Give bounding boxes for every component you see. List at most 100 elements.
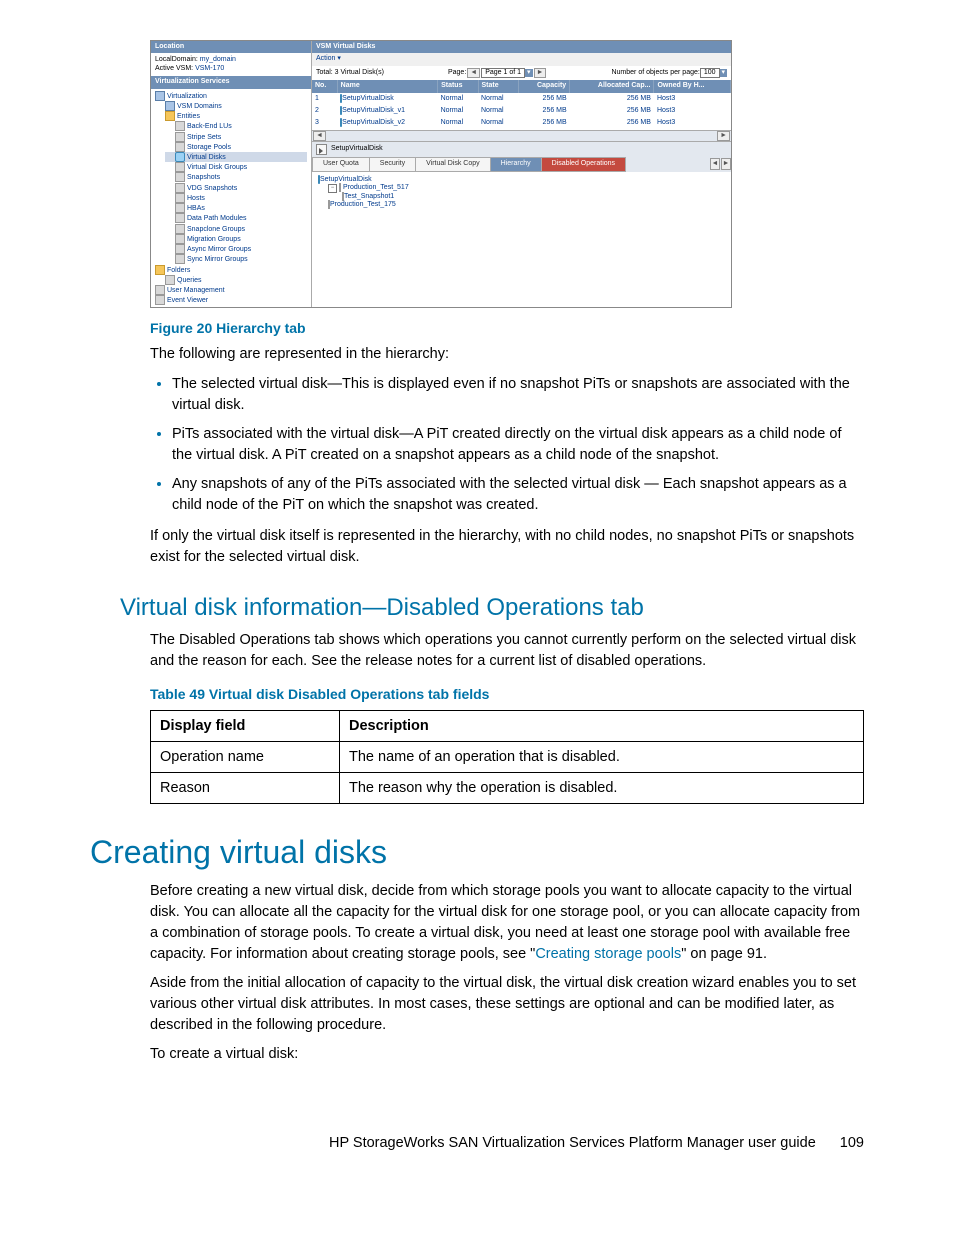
event-icon — [155, 295, 165, 305]
local-domain-value: my_domain — [200, 56, 236, 63]
migration-icon — [175, 234, 185, 244]
objects-per-page-label: Number of objects per page: — [611, 69, 699, 77]
footer-page-number: 109 — [840, 1135, 864, 1151]
col-name[interactable]: Name — [337, 80, 437, 92]
domain-icon — [165, 101, 175, 111]
col-no[interactable]: No. — [312, 80, 337, 92]
paragraph: The following are represented in the hie… — [150, 344, 864, 365]
tree-item[interactable]: Snapshots — [187, 174, 220, 181]
objects-per-page-value[interactable]: 100 — [700, 68, 720, 78]
tree-root[interactable]: Virtualization — [167, 92, 207, 99]
link-creating-storage-pools[interactable]: Creating storage pools — [535, 946, 681, 962]
tab-user-quota[interactable]: User Quota — [312, 157, 370, 171]
table-header: Description — [340, 710, 864, 741]
snapshot-icon — [175, 183, 185, 193]
lun-icon — [175, 121, 185, 131]
tree-item-virtual-disks[interactable]: Virtual Disks — [187, 154, 226, 161]
tree-item[interactable]: Storage Pools — [187, 144, 231, 151]
host-icon — [175, 193, 185, 203]
tree-entities[interactable]: Entities — [177, 113, 200, 120]
folder-icon — [165, 111, 175, 121]
col-state[interactable]: State — [478, 80, 518, 92]
list-item: Any snapshots of any of the PiTs associa… — [172, 474, 864, 516]
local-domain-label: LocalDomain: — [155, 56, 198, 63]
group-icon — [175, 162, 185, 172]
paragraph: If only the virtual disk itself is repre… — [150, 526, 864, 568]
tree-queries[interactable]: Queries — [177, 277, 202, 284]
page-selector[interactable]: Page 1 of 1 — [481, 68, 525, 78]
snapshot-icon — [175, 172, 185, 182]
tree-item[interactable]: Data Path Modules — [187, 215, 247, 222]
paragraph: The Disabled Operations tab shows which … — [150, 630, 864, 672]
hierarchy-bullet-list: The selected virtual disk—This is displa… — [150, 374, 864, 516]
scroll-left-button[interactable]: ◄ — [313, 131, 326, 141]
paragraph: To create a virtual disk: — [150, 1044, 864, 1065]
user-icon — [155, 285, 165, 295]
tab-hierarchy[interactable]: Hierarchy — [490, 157, 542, 171]
pool-icon — [175, 142, 185, 152]
tree-item[interactable]: Hosts — [187, 195, 205, 202]
table-row: Reason The reason why the operation is d… — [151, 772, 864, 803]
tree-item[interactable]: HBAs — [187, 205, 205, 212]
table-caption: Table 49 Virtual disk Disabled Operation… — [150, 686, 864, 702]
table-header: Display field — [151, 710, 340, 741]
hba-icon — [175, 203, 185, 213]
col-status[interactable]: Status — [438, 80, 478, 92]
tab-disabled-operations[interactable]: Disabled Operations — [541, 157, 626, 171]
location-panel-header: Location — [151, 41, 311, 53]
tab-scroll-right-icon[interactable]: ► — [721, 158, 731, 170]
list-item: The selected virtual disk—This is displa… — [172, 374, 864, 416]
tab-security[interactable]: Security — [369, 157, 416, 171]
expand-icon[interactable]: − — [328, 184, 337, 193]
tree-item[interactable]: Sync Mirror Groups — [187, 256, 248, 263]
page-prev-button[interactable]: ◄ — [467, 68, 480, 78]
tree-vsm-domains[interactable]: VSM Domains — [177, 103, 222, 110]
tab-scroll-left-icon[interactable]: ◄ — [710, 158, 720, 170]
col-alloc[interactable]: Allocated Cap... — [570, 80, 654, 92]
scroll-right-button[interactable]: ► — [717, 131, 730, 141]
tree-item[interactable]: Virtual Disk Groups — [187, 164, 247, 171]
total-count: Total: 3 Virtual Disk(s) — [316, 69, 384, 77]
vdisk-icon — [175, 152, 185, 162]
table-row[interactable]: 1 SetupVirtualDisk Normal Normal 256 MB … — [312, 93, 731, 105]
query-icon — [165, 275, 175, 285]
tree-item[interactable]: Async Mirror Groups — [187, 246, 251, 253]
tree-item[interactable]: Stripe Sets — [187, 133, 221, 140]
col-capacity[interactable]: Capacity — [518, 80, 569, 92]
objects-dropdown-icon[interactable]: ▾ — [720, 69, 728, 77]
section-heading-disabled-ops: Virtual disk information—Disabled Operat… — [120, 594, 864, 622]
virtual-disks-table: No. Name Status State Capacity Allocated… — [312, 80, 731, 130]
tree-item[interactable]: Snapclone Groups — [187, 225, 245, 232]
folder-icon — [155, 265, 165, 275]
tab-vdisk-copy[interactable]: Virtual Disk Copy — [415, 157, 491, 171]
page-dropdown-icon[interactable]: ▾ — [525, 69, 533, 77]
vsm-virtual-disks-header: VSM Virtual Disks — [312, 41, 731, 53]
figure-20-screenshot: Location LocalDomain: my_domain Active V… — [150, 40, 732, 308]
col-host[interactable]: Owned By H... — [654, 80, 731, 92]
pit-icon — [339, 183, 341, 192]
tree-event-viewer[interactable]: Event Viewer — [167, 297, 208, 304]
snapclone-icon — [175, 224, 185, 234]
footer-title: HP StorageWorks SAN Virtualization Servi… — [329, 1135, 816, 1151]
mirror-icon — [175, 244, 185, 254]
tree-item[interactable]: Migration Groups — [187, 236, 241, 243]
table-row[interactable]: 3 SetupVirtualDisk_v2 Normal Normal 256 … — [312, 117, 731, 129]
list-item: PiTs associated with the virtual disk—A … — [172, 424, 864, 466]
section-heading-creating: Creating virtual disks — [90, 834, 864, 871]
paragraph: Aside from the initial allocation of cap… — [150, 973, 864, 1036]
disabled-ops-fields-table: Display field Description Operation name… — [150, 710, 864, 804]
page-footer: HP StorageWorks SAN Virtualization Servi… — [120, 1135, 864, 1151]
page-label: Page: — [448, 69, 466, 77]
page-next-button[interactable]: ► — [534, 68, 547, 78]
tree-item[interactable]: Back-End LUs — [187, 123, 232, 130]
detail-title: SetupVirtualDisk — [331, 145, 383, 153]
table-row[interactable]: 2 SetupVirtualDisk_v1 Normal Normal 256 … — [312, 105, 731, 117]
figure-caption: Figure 20 Hierarchy tab — [150, 320, 864, 336]
tree-item[interactable]: VDG Snapshots — [187, 185, 237, 192]
tree-folders[interactable]: Folders — [167, 266, 190, 273]
tree-user-mgmt[interactable]: User Management — [167, 287, 225, 294]
action-menu[interactable]: Action ▾ — [316, 55, 341, 62]
paragraph: Before creating a new virtual disk, deci… — [150, 881, 864, 965]
dpm-icon — [175, 213, 185, 223]
collapse-toggle-icon[interactable] — [316, 144, 327, 155]
